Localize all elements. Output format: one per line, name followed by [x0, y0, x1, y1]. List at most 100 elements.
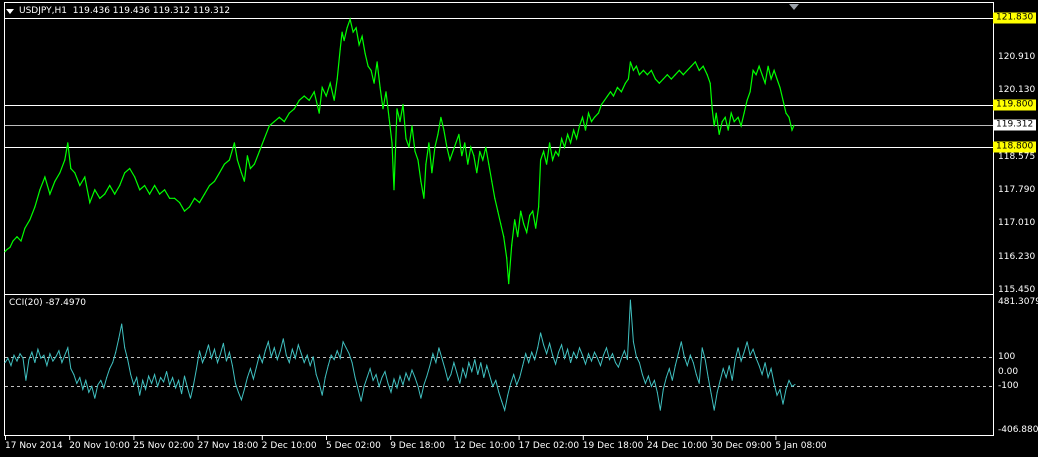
cci-point [516, 384, 518, 386]
price-point [578, 125, 581, 127]
cci-point [549, 342, 551, 344]
price-point [198, 202, 201, 204]
price-point [434, 146, 436, 148]
cci-point [749, 354, 751, 356]
price-point [715, 112, 717, 114]
cci-point [378, 385, 380, 387]
price-point [779, 86, 781, 89]
ohlc-values: 119.436 119.436 119.312 119.312 [72, 6, 231, 16]
price-point [727, 129, 729, 131]
price-point [129, 167, 131, 170]
price-point [399, 121, 401, 123]
cci-point [489, 375, 491, 377]
current-price-label: 119.312 [993, 119, 1037, 131]
cci-point [28, 359, 30, 361]
cci-point [638, 362, 640, 364]
price-point [364, 52, 366, 55]
cci-point [348, 353, 350, 355]
cci-point [354, 377, 356, 378]
price-point [396, 108, 398, 110]
cci-point [351, 362, 353, 364]
cci-point [157, 385, 159, 387]
price-point [458, 133, 460, 135]
price-point [183, 210, 186, 212]
cci-point [315, 374, 317, 375]
price-point [538, 206, 540, 208]
cci-point [435, 362, 437, 364]
cci-point [788, 379, 790, 381]
cci-point [737, 347, 739, 349]
price-point [89, 202, 91, 204]
cci-point [345, 347, 347, 349]
cci-point [609, 359, 610, 361]
cci-point [318, 382, 320, 384]
price-point [253, 163, 255, 165]
cci-point [37, 348, 39, 350]
cci-point [282, 338, 284, 340]
cci-point [743, 351, 745, 353]
price-point [713, 125, 715, 127]
cci-point [91, 385, 93, 387]
price-point [443, 129, 445, 131]
chart-shift-marker-icon[interactable] [789, 4, 799, 10]
price-point [523, 223, 525, 225]
cci-point [112, 362, 114, 364]
price-point [99, 197, 101, 199]
cci-point [103, 387, 105, 389]
cci-point [606, 347, 607, 349]
cci-point [680, 341, 682, 343]
time-tick-label: 5 Dec 02:00 [326, 441, 381, 451]
price-point [740, 125, 742, 127]
cci-point [193, 384, 194, 386]
time-tick-label: 12 Dec 10:00 [454, 441, 515, 451]
cci-point [767, 377, 769, 378]
price-point [402, 103, 404, 106]
cci-point [360, 400, 362, 402]
cci-point [25, 379, 27, 381]
cci-point [121, 323, 123, 325]
cci-point [324, 377, 326, 378]
price-point [706, 74, 708, 76]
price-point [452, 150, 454, 152]
price-point [494, 197, 496, 199]
price-point [246, 155, 248, 157]
price-point [20, 240, 22, 242]
cci-point [641, 374, 643, 375]
cci-point [656, 391, 658, 393]
price-point [393, 189, 395, 191]
chart-menu-triangle-icon[interactable] [6, 9, 14, 14]
price-point [632, 69, 635, 71]
cci-point [178, 379, 180, 381]
price-point [341, 31, 343, 33]
price-point [417, 159, 419, 161]
price-point [425, 163, 427, 165]
price-point [134, 176, 136, 178]
price-point [711, 108, 713, 110]
chart-canvas[interactable] [0, 0, 1038, 457]
cci-point [662, 388, 664, 390]
cci-point [474, 359, 476, 361]
cci-point [381, 377, 383, 378]
cci-point [408, 379, 410, 381]
price-point [233, 142, 235, 144]
price-point [228, 159, 230, 161]
cci-point [632, 341, 634, 343]
cci-tick-label: 100 [998, 351, 1016, 362]
price-point [139, 189, 141, 191]
cci-point [67, 347, 69, 349]
cci-point [591, 360, 592, 362]
cci-point [480, 362, 482, 364]
cci-point [779, 388, 781, 390]
price-point [694, 61, 696, 63]
price-point [124, 172, 126, 174]
symbol-timeframe: USDJPY,H1 [19, 6, 67, 16]
price-point [179, 202, 181, 204]
cci-point [623, 350, 625, 352]
cci-point [40, 357, 42, 359]
price-point [283, 121, 285, 123]
cci-point [573, 351, 575, 353]
price-point [526, 231, 528, 233]
price-point [109, 184, 111, 187]
price-point [213, 180, 216, 182]
cci-point [217, 362, 218, 364]
